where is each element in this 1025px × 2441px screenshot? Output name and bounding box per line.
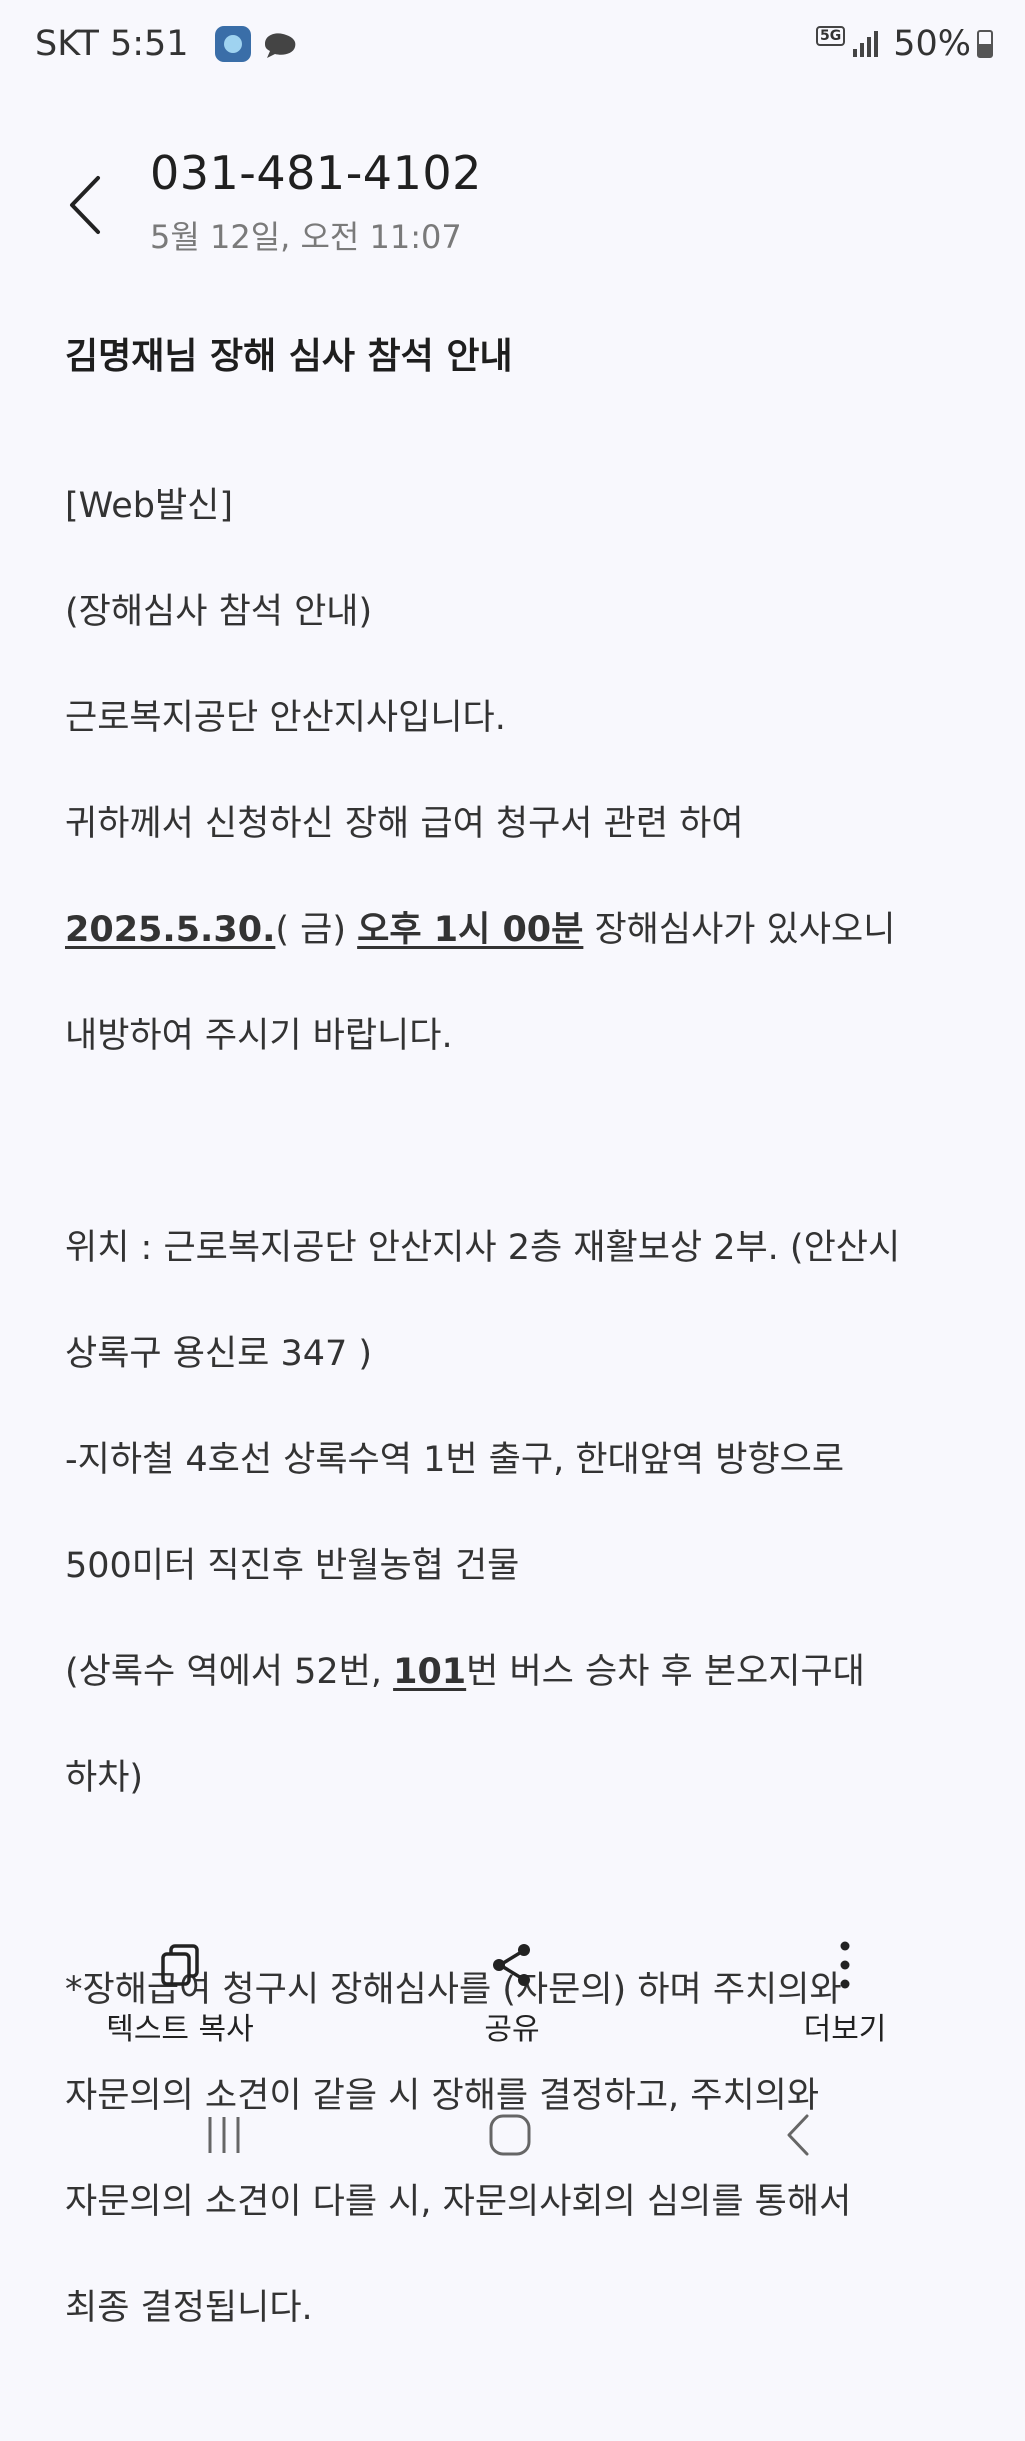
message-line: 하차)	[65, 1758, 144, 1798]
message-thread-icon	[264, 33, 295, 58]
message-line: 최종 결정됩니다.	[65, 2288, 313, 2328]
carrier-time: SKT 5:51	[35, 24, 189, 64]
recent-apps-icon	[208, 2117, 240, 2153]
battery-percent: 50%	[893, 24, 971, 64]
after-time-text: 장해심사가 있사오니	[583, 910, 896, 950]
bus-text-before: (상록수 역에서 52번,	[65, 1652, 394, 1692]
signal-icon	[853, 31, 881, 57]
app-notification-icon	[214, 26, 251, 62]
message-line: 근로복지공단 안산지사입니다.	[65, 698, 506, 738]
copy-text-button[interactable]: 텍스트 복사	[60, 1930, 300, 2048]
conversation-header: 031-481-4102 5월 12일, 오전 11:07	[0, 140, 1025, 270]
message-title: 김명재님 장해 심사 참석 안내	[65, 336, 513, 377]
message-line: (상록수 역에서 52번, 101번 버스 승차 후 본오지구대	[65, 1646, 975, 1699]
message-line: (장해심사 참석 안내)	[65, 592, 373, 632]
home-button[interactable]	[470, 2100, 550, 2170]
back-button[interactable]	[60, 170, 110, 240]
message-line: 위치 : 근로복지공단 안산지사 2층 재활보상 2부. (안산시	[65, 1228, 901, 1268]
bus-number-link[interactable]: 101	[393, 1652, 466, 1692]
chevron-left-icon	[70, 176, 100, 234]
day-text: ( 금)	[275, 910, 358, 950]
copy-text-label: 텍스트 복사	[106, 2012, 254, 2047]
share-icon	[493, 1944, 530, 1986]
message-line: 귀하께서 신청하신 장해 급여 청구서 관련 하여	[65, 804, 744, 844]
more-vertical-icon	[840, 1941, 850, 1989]
message-paragraph-1: [Web발신] (장해심사 참석 안내) 근로복지공단 안산지사입니다. 귀하께…	[65, 427, 975, 1116]
more-label: 더보기	[803, 2012, 887, 2047]
status-right: 5G 50%	[815, 24, 993, 64]
message-line: 상록구 용신로 347 )	[65, 1334, 373, 1374]
date-link[interactable]: 2025.5.30.	[65, 910, 275, 950]
message-line: -지하철 4호선 상록수역 1번 출구, 한대앞역 방향으로	[65, 1440, 845, 1480]
system-back-button[interactable]	[758, 2100, 838, 2170]
bus-text-after: 번 버스 승차 후 본오지구대	[466, 1652, 865, 1692]
status-left: SKT 5:51	[35, 24, 301, 64]
recent-apps-button[interactable]	[184, 2100, 264, 2170]
sender-number: 031-481-4102	[150, 146, 482, 200]
message-paragraph-2: 위치 : 근로복지공단 안산지사 2층 재활보상 2부. (안산시 상록구 용신…	[65, 1169, 975, 1858]
copy-icon	[161, 1944, 199, 1986]
share-button[interactable]: 공유	[392, 1930, 632, 2048]
network-type: 5G	[815, 26, 846, 46]
share-label: 공유	[484, 2012, 540, 2047]
message-timestamp: 5월 12일, 오전 11:07	[150, 218, 462, 256]
message-line: 500미터 직진후 반월농협 건물	[65, 1546, 520, 1586]
time-link[interactable]: 오후 1시 00분	[357, 910, 583, 950]
action-bar: 텍스트 복사 공유 더보기	[0, 1930, 1025, 2060]
status-bar: SKT 5:51 5G 50%	[0, 0, 1025, 90]
battery-icon	[977, 30, 993, 58]
message-line: 내방하여 주시기 바랍니다.	[65, 1016, 453, 1056]
back-icon	[787, 2114, 809, 2156]
system-nav-bar	[0, 2090, 1025, 2180]
message-line: 자문의의 소견이 다를 시, 자문의사회의 심의를 통해서	[65, 2182, 852, 2222]
message-line: [Web발신]	[65, 486, 234, 526]
message-line: 2025.5.30.( 금) 오후 1시 00분 장해심사가 있사오니	[65, 904, 975, 957]
more-button[interactable]: 더보기	[725, 1930, 965, 2048]
home-icon	[489, 2114, 531, 2156]
